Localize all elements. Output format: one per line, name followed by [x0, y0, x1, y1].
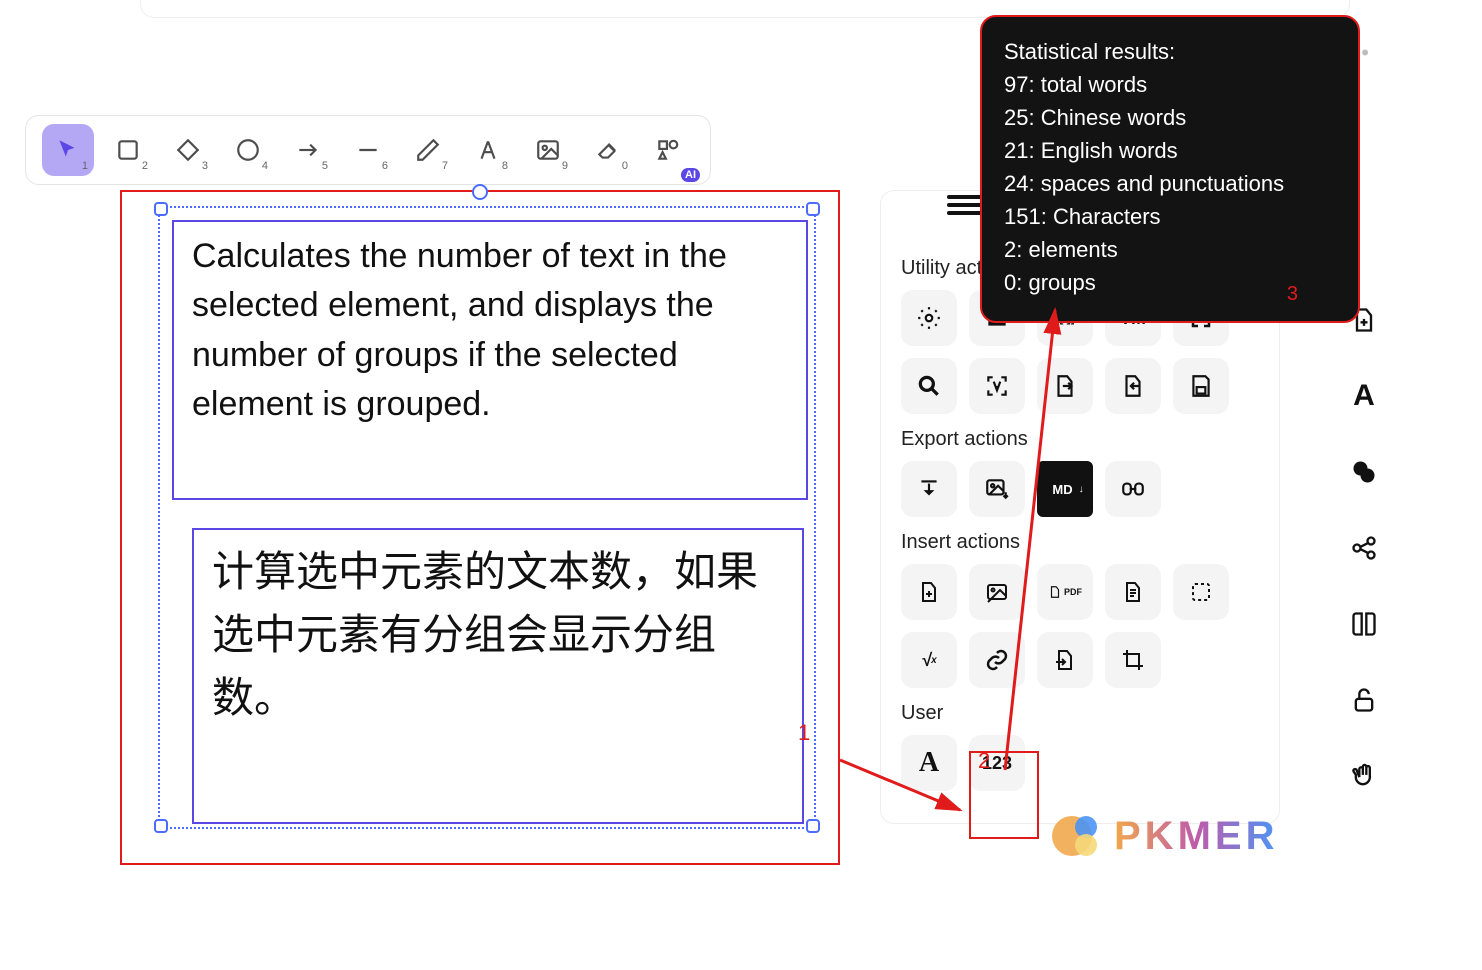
tool-eraser[interactable]: 0	[582, 124, 634, 176]
tool-image[interactable]: 9	[522, 124, 574, 176]
annotation-3: 3	[1287, 279, 1298, 309]
download-icon[interactable]	[901, 461, 957, 517]
tool-sub: 3	[202, 160, 208, 172]
tool-rect[interactable]: 2	[102, 124, 154, 176]
tool-arrow[interactable]: 5	[282, 124, 334, 176]
tool-line[interactable]: 6	[342, 124, 394, 176]
font-style-icon[interactable]: A	[901, 735, 957, 791]
ai-badge: AI	[681, 168, 700, 182]
tool-diamond[interactable]: 3	[162, 124, 214, 176]
insert-into-file-icon[interactable]	[1037, 632, 1093, 688]
annotation-2: 2	[978, 748, 990, 774]
import-left-icon[interactable]	[1105, 358, 1161, 414]
insert-link-icon[interactable]	[969, 632, 1025, 688]
tool-circle[interactable]: 4	[222, 124, 274, 176]
tool-sub: 4	[262, 160, 268, 172]
tool-sub: 1	[82, 160, 88, 172]
rotate-handle-icon[interactable]	[472, 184, 488, 200]
save-icon[interactable]	[1173, 358, 1229, 414]
ocr-icon[interactable]	[969, 358, 1025, 414]
insert-selection-icon[interactable]	[1173, 564, 1229, 620]
canvas-selection-region: Calculates the number of text in the sel…	[120, 190, 840, 865]
insert-math-icon[interactable]: √x	[901, 632, 957, 688]
export-right-icon[interactable]	[1037, 358, 1093, 414]
pkmer-logo-icon	[1050, 807, 1108, 865]
image-export-icon[interactable]	[969, 461, 1025, 517]
pkmer-text: PKMER	[1114, 814, 1278, 859]
stat-row: 21: English words	[1004, 134, 1336, 167]
search-icon[interactable]	[901, 358, 957, 414]
unlock-icon[interactable]	[1346, 682, 1382, 718]
tooltip-title: Statistical results:	[1004, 35, 1336, 68]
link-export-icon[interactable]	[1105, 461, 1161, 517]
tool-select[interactable]: 1	[42, 124, 94, 176]
tool-shapes-ai[interactable]: AI	[642, 124, 694, 176]
drawing-toolbar: 1 2 3 4 5 6 7 8 9 0 AI	[25, 115, 711, 185]
text-block-english[interactable]: Calculates the number of text in the sel…	[172, 220, 808, 500]
stats-tooltip: Statistical results: 97: total words 25:…	[980, 15, 1360, 323]
annotation-1: 1	[798, 720, 810, 746]
tool-sub: 8	[502, 160, 508, 172]
stat-row: 25: Chinese words	[1004, 101, 1336, 134]
graph-icon[interactable]	[1346, 530, 1382, 566]
tool-sub: 2	[142, 160, 148, 172]
tool-sub: 5	[322, 160, 328, 172]
insert-file-icon[interactable]	[901, 564, 957, 620]
pkmer-watermark: PKMER	[1050, 807, 1278, 865]
tool-sub: 6	[382, 160, 388, 172]
settings-icon[interactable]	[901, 290, 957, 346]
section-title: Insert actions	[901, 531, 1259, 554]
stat-row: 2: elements	[1004, 233, 1336, 266]
tool-sub: 9	[562, 160, 568, 172]
text-A-icon[interactable]: A	[1346, 378, 1382, 414]
markdown-icon[interactable]: MD↓	[1037, 461, 1093, 517]
stat-row: 97: total words	[1004, 68, 1336, 101]
rings-icon[interactable]	[1346, 454, 1382, 490]
text-block-chinese[interactable]: 计算选中元素的文本数，如果选中元素有分组会显示分组数。	[192, 528, 804, 824]
tool-pencil[interactable]: 7	[402, 124, 454, 176]
tool-sub: 7	[442, 160, 448, 172]
stat-row: 24: spaces and punctuations	[1004, 167, 1336, 200]
insert-pdf-icon[interactable]: PDF	[1037, 564, 1093, 620]
section-title: Export actions	[901, 428, 1259, 451]
section-title: User	[901, 702, 1259, 725]
tool-sub: 0	[622, 160, 628, 172]
stat-row: 151: Characters	[1004, 200, 1336, 233]
tool-text[interactable]: 8	[462, 124, 514, 176]
insert-page-icon[interactable]	[1105, 564, 1161, 620]
hand-icon[interactable]	[1346, 758, 1382, 794]
crop-icon[interactable]	[1105, 632, 1161, 688]
book-icon[interactable]	[1346, 606, 1382, 642]
insert-image-icon[interactable]	[969, 564, 1025, 620]
